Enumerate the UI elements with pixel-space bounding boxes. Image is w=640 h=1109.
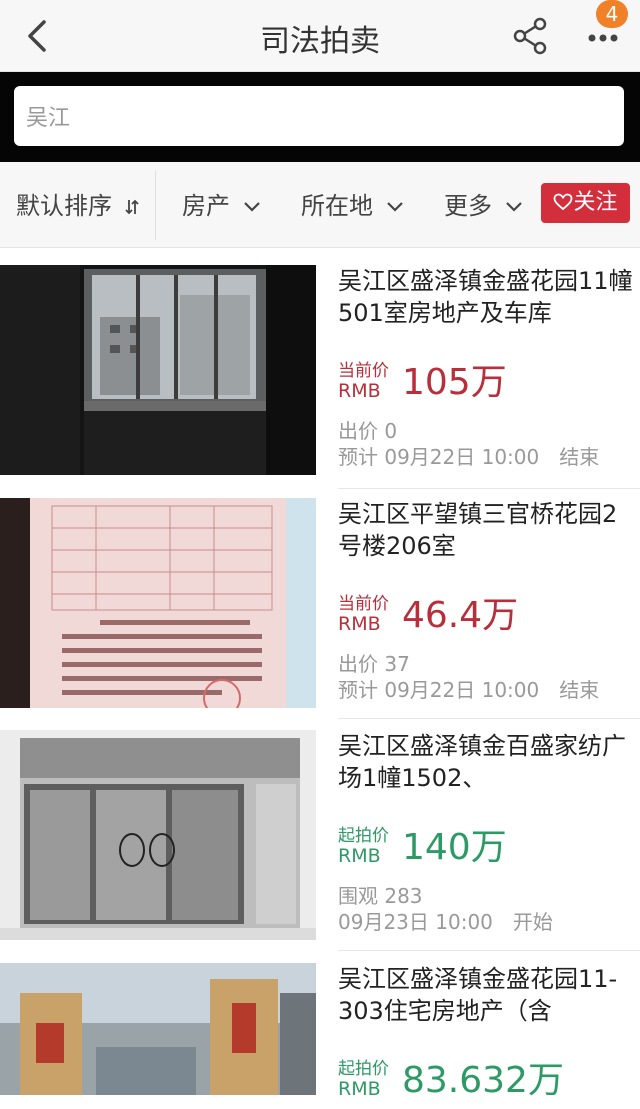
listing-card[interactable]: 吴江区平望镇三官桥花园2号楼206室 当前价 RMB 46.4万 出价 37 预…	[0, 498, 640, 730]
sort-arrows-icon	[125, 199, 139, 215]
sort-filter[interactable]: 默认排序	[16, 186, 140, 221]
currency: RMB	[338, 845, 381, 867]
chevron-down-icon	[243, 202, 260, 212]
price-row: 当前价 RMB 105万	[338, 361, 638, 411]
search-input[interactable]	[14, 86, 624, 146]
filter-divider	[155, 170, 156, 240]
price-label: 起拍价 RMB	[338, 826, 389, 866]
price-row: 当前价 RMB 46.4万	[338, 594, 638, 644]
listing-card[interactable]: 吴江区盛泽镇金百盛家纺广场1幢1502、 起拍价 RMB 140万 围观 283…	[0, 730, 640, 962]
auction-time: 09月23日 10:00 开始	[338, 910, 553, 934]
listing-info: 吴江区平望镇三官桥花园2号楼206室 当前价 RMB 46.4万 出价 37 预…	[338, 498, 634, 702]
price-value: 46.4万	[402, 595, 519, 636]
location-filter[interactable]: 所在地	[301, 186, 405, 221]
chevron-down-icon	[386, 202, 403, 212]
property-type-label: 房产	[182, 192, 230, 220]
app-header: 司法拍卖	[0, 0, 640, 72]
listing-info: 吴江区盛泽镇金盛花园11幢501室房地产及车库 当前价 RMB 105万 出价 …	[338, 265, 634, 469]
price-value: 83.632万	[402, 1060, 564, 1101]
location-filter-label: 所在地	[301, 192, 373, 220]
auction-time: 预计 09月22日 10:00 结束	[338, 445, 600, 469]
listing-title: 吴江区平望镇三官桥花园2号楼206室	[338, 500, 618, 560]
price-type: 起拍价	[338, 1059, 389, 1079]
heart-icon	[554, 193, 573, 211]
auction-time: 预计 09月22日 10:00 结束	[338, 678, 600, 702]
price-type: 起拍价	[338, 826, 389, 846]
list-divider	[338, 950, 640, 951]
property-type-filter[interactable]: 房产	[182, 186, 262, 221]
currency: RMB	[338, 380, 381, 402]
price-label: 起拍价 RMB	[338, 1059, 389, 1099]
listing-card[interactable]: 吴江区盛泽镇金盛花园11幢501室房地产及车库 当前价 RMB 105万 出价 …	[0, 265, 640, 497]
listing-title: 吴江区盛泽镇金盛花园11幢501室房地产及车库	[338, 267, 633, 327]
list-divider	[338, 718, 640, 719]
listing-card[interactable]: 吴江区盛泽镇金盛花园11-303住宅房地产（含 起拍价 RMB 83.632万	[0, 963, 640, 1101]
chevron-down-icon	[505, 202, 522, 212]
notification-badge: 4	[596, 0, 628, 28]
share-icon[interactable]	[510, 14, 554, 58]
listing-photo-storefront	[0, 730, 316, 940]
listing-info: 吴江区盛泽镇金盛花园11-303住宅房地产（含 起拍价 RMB 83.632万	[338, 963, 634, 1101]
price-label: 当前价 RMB	[338, 594, 389, 634]
listing-photo-gate	[0, 963, 316, 1095]
price-label: 当前价 RMB	[338, 361, 389, 401]
follow-label: 关注	[573, 190, 618, 215]
follow-button[interactable]: 关注	[541, 183, 630, 223]
bid-count: 出价 0	[338, 419, 398, 443]
listing-title: 吴江区盛泽镇金百盛家纺广场1幢1502、	[338, 732, 626, 792]
currency: RMB	[338, 1078, 381, 1100]
listing-info: 吴江区盛泽镇金百盛家纺广场1幢1502、 起拍价 RMB 140万 围观 283…	[338, 730, 634, 934]
bid-count: 出价 37	[338, 652, 410, 676]
more-filter[interactable]: 更多	[444, 186, 524, 221]
list-divider	[338, 488, 640, 489]
currency: RMB	[338, 613, 381, 635]
price-row: 起拍价 RMB 140万	[338, 826, 638, 876]
sort-filter-label: 默认排序	[16, 192, 112, 220]
price-type: 当前价	[338, 594, 389, 614]
more-filter-label: 更多	[444, 192, 492, 220]
price-value: 105万	[402, 362, 507, 403]
price-type: 当前价	[338, 361, 389, 381]
listing-photo-certificate	[0, 498, 316, 708]
listing-photo-window	[0, 265, 316, 475]
listing-title: 吴江区盛泽镇金盛花园11-303住宅房地产（含	[338, 965, 618, 1025]
view-count: 围观 283	[338, 884, 423, 908]
price-value: 140万	[402, 827, 507, 868]
price-row: 起拍价 RMB 83.632万	[338, 1059, 638, 1109]
